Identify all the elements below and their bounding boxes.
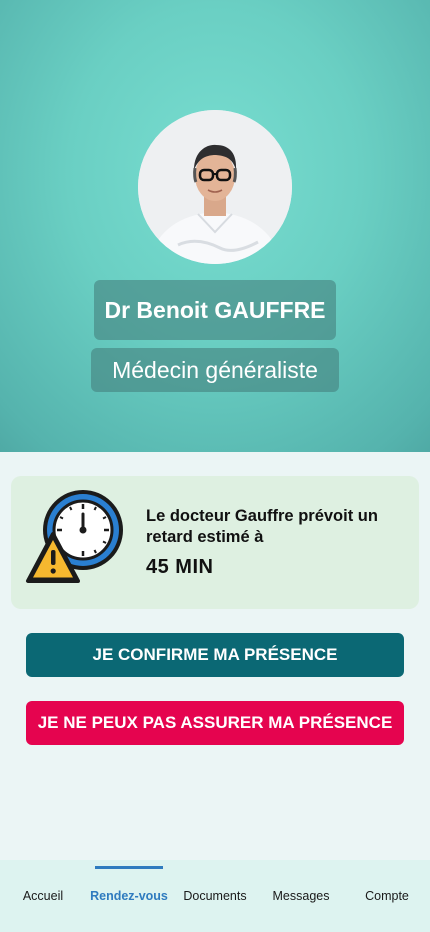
doctor-specialty: Médecin généraliste bbox=[91, 348, 339, 392]
bottom-navigation: Accueil Rendez-vous Documents Messages C… bbox=[0, 860, 430, 932]
clock-warning-icon bbox=[25, 488, 131, 588]
nav-item-accueil[interactable]: Accueil bbox=[0, 860, 86, 932]
doctor-name: Dr Benoit GAUFFRE bbox=[94, 280, 336, 340]
confirm-presence-button[interactable]: JE CONFIRME MA PRÉSENCE bbox=[26, 633, 404, 677]
decline-presence-button[interactable]: JE NE PEUX PAS ASSURER MA PRÉSENCE bbox=[26, 701, 404, 745]
doctor-avatar bbox=[138, 110, 292, 264]
nav-item-documents[interactable]: Documents bbox=[172, 860, 258, 932]
nav-item-messages[interactable]: Messages bbox=[258, 860, 344, 932]
delay-alert-card: Le docteur Gauffre prévoit un retard est… bbox=[11, 476, 419, 609]
delay-message: Le docteur Gauffre prévoit un retard est… bbox=[146, 507, 378, 546]
nav-item-compte[interactable]: Compte bbox=[344, 860, 430, 932]
delay-value: 45 MIN bbox=[146, 556, 214, 578]
doctor-header: Dr Benoit GAUFFRE Médecin généraliste bbox=[0, 0, 430, 452]
nav-item-rendez-vous[interactable]: Rendez-vous bbox=[86, 860, 172, 932]
